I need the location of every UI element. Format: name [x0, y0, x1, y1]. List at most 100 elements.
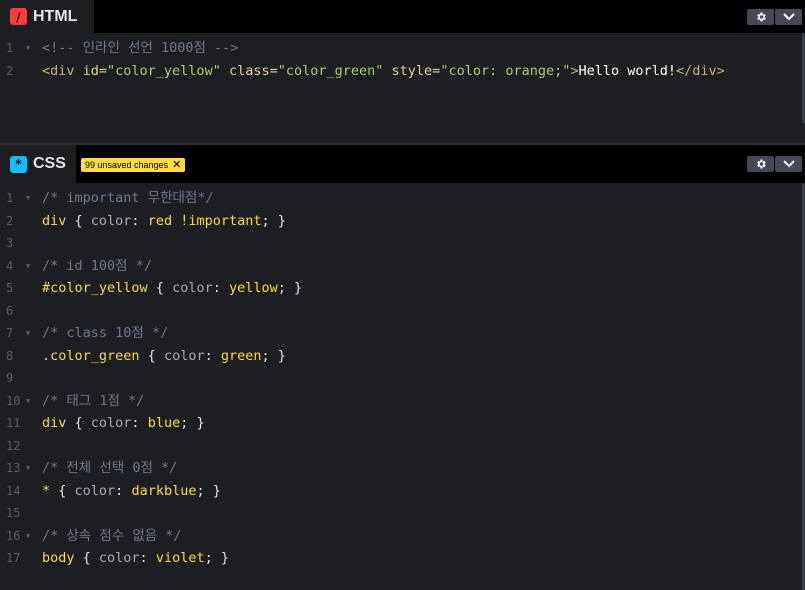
css-comment: /* 태그 1점 */ [42, 392, 145, 409]
attr-name: id= [74, 62, 108, 79]
css-property: color [98, 550, 140, 566]
css-comment: /* class 10점 */ [42, 325, 169, 341]
unsaved-changes-badge[interactable]: 99 unsaved changes ✕ [81, 158, 186, 172]
css-property: color [163, 347, 205, 364]
css-rule-line: 14 * { color: darkblue; } [0, 480, 805, 503]
close-brace: ; } [180, 415, 205, 431]
css-value: red !important [147, 212, 262, 229]
html-editor[interactable]: 1 ▼ <!-- 인라인 선언 1000점 --> 2 <div id="colo… [0, 37, 805, 82]
fold-arrow-icon[interactable]: ▼ [26, 255, 30, 278]
end-tag: </div> [676, 62, 725, 79]
css-selector: div [42, 415, 67, 431]
colon: : [212, 280, 229, 296]
css-collapse-button[interactable] [775, 156, 802, 172]
css-property: color [90, 415, 132, 431]
css-property: color [74, 482, 116, 499]
fold-arrow-icon[interactable]: ▼ [26, 457, 30, 480]
css-blank-line: 9 [0, 367, 805, 390]
attr-name: style= [383, 62, 441, 79]
line-gutter: 10 ▼ [0, 390, 38, 413]
open-brace: { [50, 482, 75, 499]
close-brace: ; } [261, 212, 286, 229]
line-number: 11 [6, 416, 21, 430]
open-brace: { [66, 415, 91, 431]
css-value: darkblue [131, 482, 197, 499]
css-selector: * [42, 482, 51, 499]
line-gutter: 9 [0, 367, 38, 390]
fold-arrow-icon[interactable]: ▼ [26, 37, 30, 60]
colon: : [131, 212, 148, 229]
css-property: color [172, 280, 213, 296]
close-icon[interactable]: ✕ [172, 158, 181, 172]
css-value: violet [155, 550, 205, 566]
css-rule-line: 2 div { color: red !important; } [0, 210, 805, 233]
fold-arrow-icon[interactable]: ▼ [26, 187, 30, 210]
css-rule-line: 5 #color_yellow { color: yellow; } [0, 277, 805, 300]
fold-arrow-icon[interactable]: ▼ [26, 390, 30, 413]
css-rule: * { color: darkblue; } [38, 480, 805, 503]
css-editor[interactable]: 1 ▼/* important 무한대점*/2 div { color: red !… [0, 187, 805, 570]
css-rule: div { color: blue; } [38, 412, 805, 435]
css-comment: /* 전체 선택 0점 */ [42, 460, 178, 476]
line-number: 14 [6, 483, 21, 498]
line-number: 7 [6, 326, 14, 340]
attr-value: "color_yellow" [107, 62, 221, 79]
css-value: green [220, 347, 262, 364]
line-number: 6 [6, 303, 14, 318]
open-tag: <div [42, 62, 75, 79]
css-comment-line: 10 ▼ /* 태그 1점 */ [0, 390, 805, 413]
css-rule: div { color: red !important; } [38, 210, 805, 233]
css-comment-line: 16 ▼ /* 상속 점수 없음 */ [0, 525, 805, 548]
html-tab[interactable]: / HTML [0, 0, 94, 33]
css-settings-button[interactable] [747, 156, 774, 172]
close-brace: ; } [277, 280, 303, 296]
css-rule-line: 17 body { color: violet; } [0, 547, 805, 570]
open-brace: { [74, 550, 99, 566]
css-comment: /* 상속 점수 없음 */ [42, 527, 182, 544]
css-rule-line: 11 div { color: blue; } [0, 412, 805, 435]
line-gutter: 14 [0, 480, 38, 503]
html-collapse-button[interactable] [775, 8, 802, 25]
line-gutter: 4 ▼ [0, 255, 38, 278]
open-brace: { [66, 212, 91, 229]
attr-name: class= [220, 62, 278, 79]
fold-arrow-icon[interactable]: ▼ [26, 525, 30, 548]
attr-value: "color_green" [277, 62, 384, 79]
css-tab-title: CSS [33, 155, 66, 172]
line-number: 1 [6, 191, 14, 205]
html-settings-button[interactable] [747, 8, 774, 25]
line-number: 8 [6, 348, 14, 363]
chevron-down-icon [782, 160, 795, 168]
css-comment-line: 4 ▼/* id 100점 */ [0, 255, 805, 278]
close-brace: ; } [204, 550, 229, 566]
gear-icon [756, 12, 766, 21]
css-tab[interactable]: * CSS [0, 145, 76, 183]
line-number: 9 [6, 371, 14, 385]
css-rule: body { color: violet; } [38, 547, 805, 570]
fold-arrow-icon[interactable]: ▼ [26, 322, 30, 345]
html-comment: <!-- 인라인 선언 1000점 --> [42, 40, 239, 56]
element-content: Hello world! [578, 62, 677, 79]
line-gutter: 15 [0, 502, 38, 525]
html-logo-icon: / [10, 8, 27, 25]
css-selector: #color_yellow [42, 280, 148, 296]
css-selector: body [42, 550, 75, 566]
line-gutter: 6 [0, 300, 38, 323]
line-number: 2 [6, 213, 14, 228]
html-line: 1 ▼ <!-- 인라인 선언 1000점 --> [0, 37, 805, 60]
line-gutter: 2 [0, 210, 38, 233]
gear-icon [756, 159, 766, 169]
css-comment-line: 1 ▼/* important 무한대점*/ [0, 187, 805, 210]
line-number: 2 [6, 63, 14, 78]
css-logo-icon: * [10, 155, 27, 173]
css-comment-line: 7 ▼ /* class 10점 */ [0, 322, 805, 345]
line-number: 5 [6, 281, 14, 295]
chevron-down-icon [782, 12, 795, 20]
css-blank-line: 6 [0, 300, 805, 323]
unsaved-changes-label: 99 unsaved changes [85, 160, 169, 170]
line-gutter: 11 [0, 412, 38, 435]
open-brace: { [139, 347, 164, 364]
line-gutter: 13 ▼ [0, 457, 38, 480]
